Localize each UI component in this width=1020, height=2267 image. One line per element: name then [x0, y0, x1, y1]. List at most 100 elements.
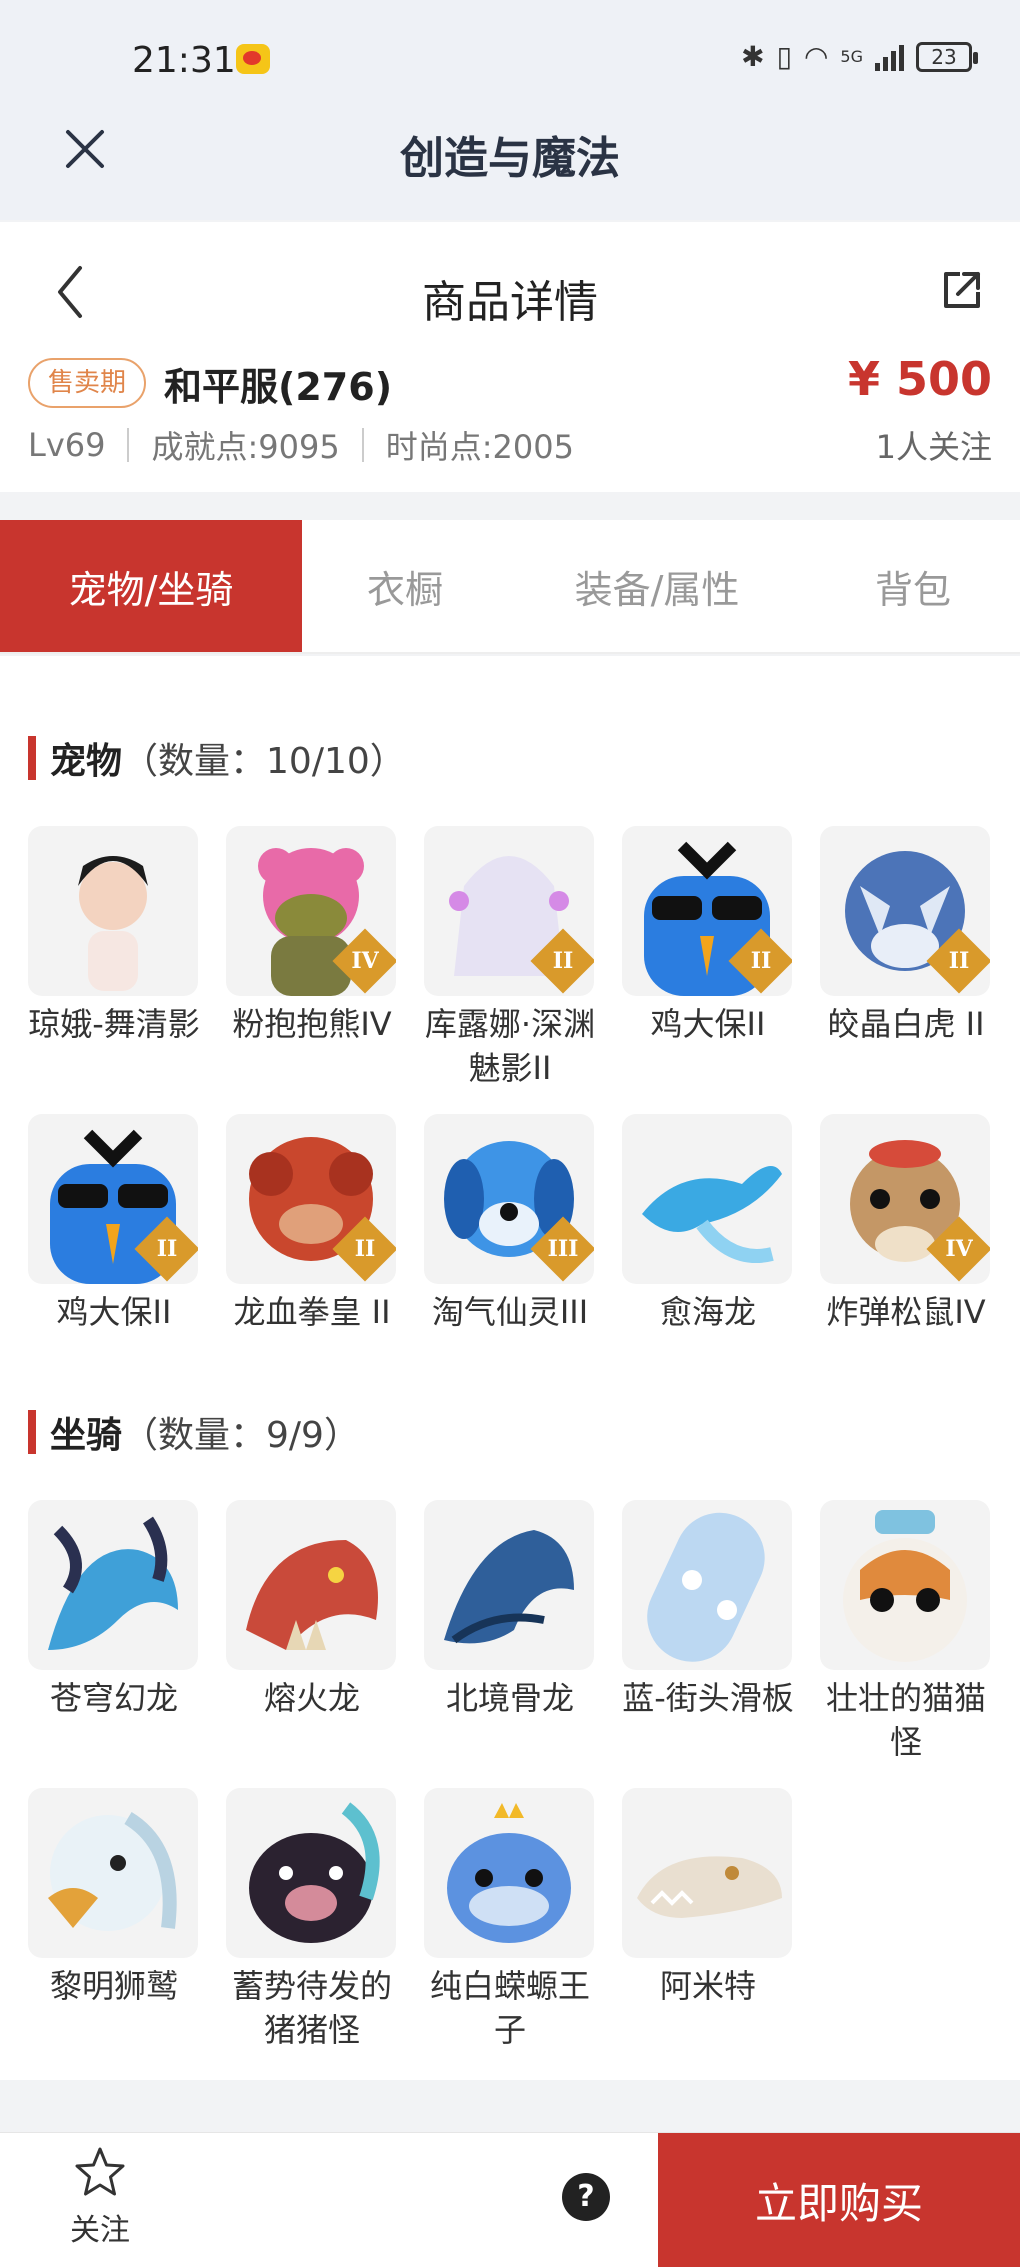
bluetooth-icon: ✱ — [741, 40, 765, 73]
vibrate-icon: ▯ — [776, 40, 792, 73]
mounts-item[interactable]: 熔火龙 — [226, 1500, 398, 1720]
signal-icon — [875, 43, 904, 71]
mounts-item[interactable]: 黎明狮鹫 — [28, 1788, 200, 2008]
grade-badge: IV — [926, 1216, 990, 1282]
fashion-points: 时尚点:2005 — [385, 428, 574, 466]
pets-name: 愈海龙 — [659, 1293, 756, 1331]
grade-badge: II — [728, 928, 792, 994]
pets-name: 粉抱抱熊IV — [232, 1005, 392, 1043]
cat-icon — [843, 1510, 967, 1662]
pets-item[interactable]: 琼娥-舞清影 — [28, 826, 200, 1046]
follow-label: 关注 — [70, 2213, 130, 2248]
pets-item[interactable]: II 鸡大保II — [28, 1114, 200, 1334]
lava-dragon-icon — [226, 1500, 396, 1670]
follow-button[interactable]: 关注 — [50, 2145, 150, 2249]
mounts-item[interactable]: 阿米特 — [622, 1788, 794, 2008]
skateboard-icon — [622, 1500, 792, 1670]
mounts-item[interactable]: 蓝-街头滑板 — [622, 1500, 794, 1720]
page-title: 商品详情 — [422, 277, 598, 328]
grade-label: IV — [351, 948, 379, 974]
mounts-name: 纯白蝾螈王子 — [429, 1967, 590, 2049]
pets-item[interactable]: II 皎晶白虎 II — [820, 826, 992, 1046]
mounts-name: 阿米特 — [659, 1967, 756, 2005]
sale-status-badge: 售卖期 — [28, 358, 147, 408]
white-spirit-icon: II — [424, 826, 594, 996]
level: Lv69 — [28, 426, 106, 464]
bottom-bar: 关注 ? 立即购买 — [0, 2132, 1020, 2267]
section-marker — [28, 1410, 36, 1454]
status-icons: ✱ ▯ ◠ 5G 23 — [741, 40, 978, 73]
pets-name: 库露娜·深渊魅影II — [424, 1005, 596, 1087]
server-name: 和平服(276) — [164, 365, 393, 409]
mounts-item[interactable]: 苍穹幻龙 — [28, 1500, 200, 1720]
divider — [127, 428, 130, 462]
squirrel-icon: IV — [820, 1114, 990, 1284]
pig-icon — [226, 1788, 396, 1958]
section-count: （数量：10/10） — [122, 741, 406, 782]
pets-item[interactable]: II 库露娜·深渊魅影II — [424, 826, 596, 1090]
axolotl-icon — [447, 1803, 571, 1943]
section-name: 坐骑 — [50, 1415, 123, 1456]
grade-badge: II — [530, 928, 594, 994]
blue-bird-icon: II — [28, 1114, 198, 1284]
grade-badge: II — [926, 928, 990, 994]
pets-name: 鸡大保II — [650, 1005, 766, 1043]
mounts-name: 蓝-街头滑板 — [622, 1679, 794, 1717]
stats-row: Lv69 成就点:9095 时尚点:2005 — [28, 422, 574, 468]
blue-pup-icon: III — [424, 1114, 594, 1284]
mounts-item[interactable]: 蓄势待发的猪猪怪 — [226, 1788, 398, 2052]
sea-dragon-icon — [642, 1166, 782, 1263]
pets-item[interactable]: IV 粉抱抱熊IV — [226, 826, 398, 1046]
blue-bird-icon: II — [622, 826, 792, 996]
content-panel: 宠物 （数量：10/10） 琼娥-舞清影 IV 粉抱抱熊IV II 库露娜·深渊魅影II… — [0, 656, 1020, 2080]
achievement-points: 成就点:9095 — [151, 428, 340, 466]
pets-item[interactable]: IV 炸弹松鼠IV — [820, 1114, 992, 1334]
lava-dragon-icon — [246, 1540, 378, 1650]
pets-item[interactable]: III 淘气仙灵III — [424, 1114, 596, 1334]
tab-backpack[interactable]: 背包 — [806, 520, 1020, 652]
detail-header: 商品详情 售卖期 和平服(276) ¥ 500 Lv69 成就点:9095 时尚… — [0, 222, 1020, 492]
app-title: 创造与魔法 — [400, 133, 620, 184]
buy-now-button[interactable]: 立即购买 — [658, 2133, 1020, 2267]
cat-icon — [820, 1500, 990, 1670]
status-time: 21:31 — [132, 40, 236, 81]
mounts-name: 黎明狮鹫 — [49, 1967, 178, 2005]
tab-pets-mounts[interactable]: 宠物/坐骑 — [0, 520, 302, 652]
pets-name: 炸弹松鼠IV — [826, 1293, 986, 1331]
grade-label: III — [547, 1236, 579, 1262]
pets-item[interactable]: 愈海龙 — [622, 1114, 794, 1334]
network-type: 5G — [840, 47, 863, 66]
mounts-item[interactable]: 北境骨龙 — [424, 1500, 596, 1720]
sky-dragon-icon — [28, 1500, 198, 1670]
pig-icon — [249, 1802, 380, 1943]
grade-badge: II — [332, 1216, 396, 1282]
grade-label: IV — [945, 1236, 973, 1262]
grade-badge: IV — [332, 928, 396, 994]
pets-name: 龙血拳皇 II — [233, 1293, 391, 1331]
sea-dragon-icon — [622, 1114, 792, 1284]
crocodile-icon — [637, 1856, 782, 1918]
skateboard-icon — [647, 1512, 765, 1662]
share-icon[interactable] — [940, 268, 984, 312]
mounts-item[interactable]: 纯白蝾螈王子 — [424, 1788, 596, 2052]
tab-bar: 宠物/坐骑 衣橱 装备/属性 背包 — [0, 520, 1020, 654]
pets-section-title: 宠物 （数量：10/10） — [28, 732, 406, 784]
pets-item[interactable]: II 鸡大保II — [622, 826, 794, 1046]
mounts-item[interactable]: 壮壮的猫猫怪 — [820, 1500, 992, 1764]
wifi-icon: ◠ — [803, 40, 829, 73]
battery-icon: 23 — [916, 41, 978, 72]
mounts-name: 熔火龙 — [263, 1679, 360, 1717]
maiden-icon — [28, 826, 198, 996]
tab-wardrobe[interactable]: 衣橱 — [302, 520, 508, 652]
mounts-name: 蓄势待发的猪猪怪 — [231, 1967, 392, 2049]
pets-item[interactable]: II 龙血拳皇 II — [226, 1114, 398, 1334]
help-icon[interactable]: ? — [562, 2173, 610, 2221]
pink-bear-icon: IV — [226, 826, 396, 996]
weibo-notification-icon — [236, 44, 270, 74]
grade-label: II — [552, 948, 574, 974]
pets-name: 皎晶白虎 II — [827, 1005, 985, 1043]
tab-equipment[interactable]: 装备/属性 — [508, 520, 806, 652]
section-marker — [28, 736, 36, 780]
mounts-name: 苍穹幻龙 — [49, 1679, 178, 1717]
grade-label: II — [156, 1236, 178, 1262]
